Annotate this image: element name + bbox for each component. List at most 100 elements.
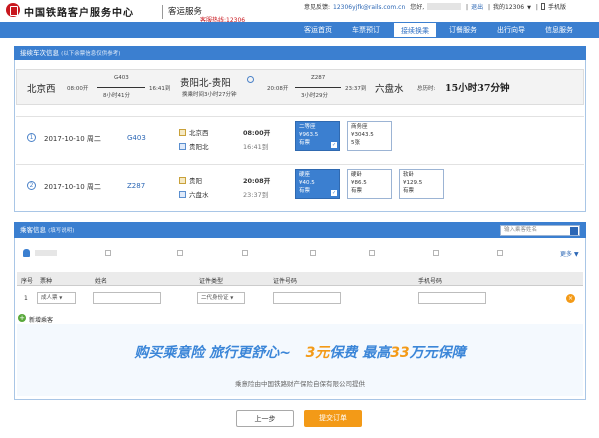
nav-travel-guide[interactable]: 出行向导 — [489, 22, 533, 38]
passenger-checkbox[interactable] — [369, 250, 375, 256]
summary-total: 15小时37分钟 — [445, 83, 510, 94]
my-12306-link[interactable]: 我的12306 — [493, 4, 524, 11]
id-number-input[interactable] — [273, 292, 341, 304]
leg-2-from-station: 贵阳 — [189, 177, 202, 185]
leg-number-2: 2 — [27, 181, 36, 190]
mobile-icon — [540, 3, 545, 10]
sub-brand: 客运服务 — [168, 7, 203, 17]
leg-1-from: 北京西 — [179, 127, 209, 137]
slogan-price-a: 3元 — [305, 345, 330, 361]
passenger-checkbox[interactable] — [177, 250, 183, 256]
summary-train-1[interactable]: G403 — [114, 75, 129, 81]
seat-option[interactable]: 软卧 ¥129.5 有票 — [399, 169, 444, 199]
id-type-value: 二代身份证 — [201, 295, 229, 301]
user-icon — [23, 249, 30, 257]
origin-icon — [179, 177, 186, 184]
leg-train-2[interactable]: Z287 — [127, 182, 145, 190]
passenger-checkbox[interactable] — [497, 250, 503, 256]
insurance-note: 乘意险由中国铁路财产保险自保有限公司提供 — [235, 380, 365, 388]
trip-summary: 北京西 08:00开 G403 8小时41分 16:41到 贵阳北-贵阳 换乘时… — [16, 69, 584, 105]
insurance-banner[interactable]: 购买乘意险 旅行更舒心~ 3元保费 最高33万元保障 乘意险由中国铁路财产保险自… — [17, 324, 583, 396]
passenger-checkbox[interactable] — [105, 250, 111, 256]
add-icon[interactable]: + — [18, 314, 26, 322]
clock-icon — [247, 76, 254, 83]
leg-row-1: 1 2017-10-10 周二 G403 北京西 贵阳北 08:00开 16:4… — [16, 116, 584, 156]
passenger-checkbox[interactable] — [433, 250, 439, 256]
leg-date-1: 2017-10-10 周二 — [44, 135, 101, 143]
nav-meal[interactable]: 订餐服务 — [441, 22, 485, 38]
slogan-price-b-tail: 万元保障 — [409, 345, 466, 361]
summary-train-2[interactable]: Z287 — [311, 75, 325, 81]
nav-ticket-booking[interactable]: 车票预订 — [344, 22, 388, 38]
seat-name: 软卧 — [403, 172, 415, 178]
summary-arr-time-1: 16:41到 — [149, 86, 171, 92]
route-line-2 — [295, 87, 341, 88]
seat-name: 二等座 — [299, 124, 316, 130]
leg-1-to: 贵阳北 — [179, 141, 209, 151]
ticket-type-select[interactable]: 成人票 ▼ — [37, 292, 76, 304]
railway-logo-icon — [6, 3, 20, 17]
summary-dep-time: 08:00开 — [67, 86, 89, 92]
col-phone: 手机号码 — [418, 278, 443, 285]
mobile-link[interactable]: 手机版 — [548, 4, 566, 11]
seat-name: 商务座 — [351, 124, 368, 130]
summary-arr-time-2: 23:37到 — [345, 86, 367, 92]
trip-panel-hint: (以下余票信息仅供参考) — [61, 51, 121, 57]
seat-availability: 有票 — [351, 188, 363, 194]
seat-name: 硬卧 — [351, 172, 363, 178]
passenger-checkbox[interactable] — [310, 250, 316, 256]
add-passenger-link[interactable]: 新增乘客 — [29, 315, 53, 324]
seat-option[interactable]: 硬座 ¥40.5 有票 ✓ — [295, 169, 340, 199]
chevron-down-icon: ▼ — [59, 295, 63, 300]
summary-duration-2: 3小时29分 — [301, 93, 328, 99]
leg-train-1[interactable]: G403 — [127, 134, 146, 142]
passenger-panel-title: 乘客信息 — [20, 226, 46, 234]
seat-option[interactable]: 硬卧 ¥86.5 有票 — [347, 169, 392, 199]
leg-1-to-time: 16:41到 — [243, 143, 269, 151]
slogan-price-a-tail: 保费 最高 — [329, 345, 391, 361]
delete-passenger-icon[interactable]: × — [566, 294, 575, 303]
chevron-down-icon: ▼ — [573, 251, 579, 258]
seat-option[interactable]: 二等座 ¥963.5 有票 ✓ — [295, 121, 340, 151]
phone-input[interactable] — [418, 292, 486, 304]
passenger-search-input[interactable]: 输入乘客姓名 — [500, 225, 580, 236]
id-type-select[interactable]: 二代身份证 ▼ — [197, 292, 245, 304]
row-no: 1 — [24, 295, 28, 302]
ticket-type-value: 成人票 — [41, 295, 58, 301]
summary-origin: 北京西 — [27, 84, 56, 95]
insurance-slogan: 购买乘意险 旅行更舒心~ 3元保费 最高33万元保障 — [17, 342, 583, 362]
search-icon[interactable] — [570, 227, 578, 235]
seat-name: 硬座 — [299, 172, 311, 178]
site-brand: 中国铁路客户服务中心 — [24, 8, 134, 19]
chevron-down-icon: ▼ — [230, 295, 234, 300]
seat-option[interactable]: 商务座 ¥3043.5 5张 — [347, 121, 392, 151]
more-passengers-link[interactable]: 更多 ▼ — [560, 249, 579, 258]
passenger-name-input[interactable] — [93, 292, 161, 304]
passenger-checkbox[interactable] — [242, 250, 248, 256]
submit-order-button[interactable]: 提交订单 — [304, 410, 362, 427]
trip-panel-header: 接续车次信息 (以下余票信息仅供参考) — [14, 46, 586, 60]
slogan-part-a: 购买乘意险 旅行更舒心~ — [134, 345, 291, 361]
origin-icon — [179, 129, 186, 136]
leg-1-to-station: 贵阳北 — [189, 143, 209, 151]
feedback-label: 意见反馈: — [304, 4, 331, 11]
fill-instructions-link[interactable]: (填写说明) — [48, 228, 74, 234]
nav-transfer[interactable]: 接续换乘 — [393, 22, 437, 38]
destination-icon — [179, 191, 186, 198]
leg-2-from-time: 20:08开 — [243, 177, 271, 185]
leg-2-to-station: 六盘水 — [189, 191, 209, 199]
feedback-email-link[interactable]: 12306yjfk@rails.com.cn — [333, 4, 405, 11]
col-name: 姓名 — [95, 278, 108, 285]
leg-number-1: 1 — [27, 133, 36, 142]
logout-link[interactable]: 退出 — [471, 4, 483, 11]
nav-info-service[interactable]: 信息服务 — [537, 22, 581, 38]
summary-transfer-note: 换乘时间3小时27分钟 — [182, 92, 237, 98]
leg-2-from: 贵阳 — [179, 175, 202, 185]
summary-destination: 六盘水 — [375, 84, 404, 95]
nav-home[interactable]: 客运首页 — [296, 22, 340, 38]
prev-step-button[interactable]: 上一步 — [236, 410, 294, 427]
col-id-type: 证件类型 — [199, 278, 224, 285]
seat-price: ¥963.5 — [299, 132, 319, 138]
col-id-number: 证件号码 — [273, 278, 298, 285]
main-nav: 客运首页 车票预订 接续换乘 订餐服务 出行向导 信息服务 — [0, 22, 599, 38]
